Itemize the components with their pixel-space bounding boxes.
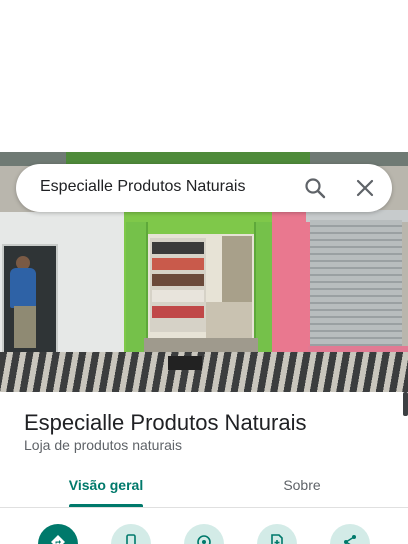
search-input[interactable]: Especialle Produtos Naturais <box>40 178 245 196</box>
save-icon <box>271 534 283 544</box>
directions-icon <box>51 535 65 544</box>
shelf-row <box>152 274 204 286</box>
location-pin-icon <box>197 535 211 544</box>
shelf-row <box>152 242 204 254</box>
pink-wall <box>272 212 312 356</box>
tab-overview[interactable]: Visão geral <box>6 476 206 494</box>
search-bar[interactable]: Especialle Produtos Naturais <box>16 164 392 212</box>
shelf-row <box>152 306 204 318</box>
store-floor <box>206 302 252 342</box>
drain-grate <box>168 356 202 370</box>
place-title: Especialle Produtos Naturais <box>24 410 307 435</box>
scrollbar[interactable] <box>403 392 408 416</box>
tab-about[interactable]: Sobre <box>202 476 402 494</box>
phone-icon <box>126 534 136 544</box>
shelf-row <box>152 290 204 302</box>
rolling-shutter <box>310 220 402 348</box>
person-figure <box>10 268 36 308</box>
share-icon <box>344 535 356 544</box>
map-blank-area <box>0 0 408 152</box>
close-icon[interactable] <box>353 176 377 200</box>
place-category[interactable]: Loja de produtos naturais <box>24 437 182 453</box>
tab-divider <box>0 507 408 508</box>
search-icon[interactable] <box>303 176 327 200</box>
shelf-row <box>152 258 204 270</box>
store-pillar-left <box>126 222 148 352</box>
patterned-sidewalk <box>0 352 408 392</box>
person-legs <box>14 306 36 348</box>
